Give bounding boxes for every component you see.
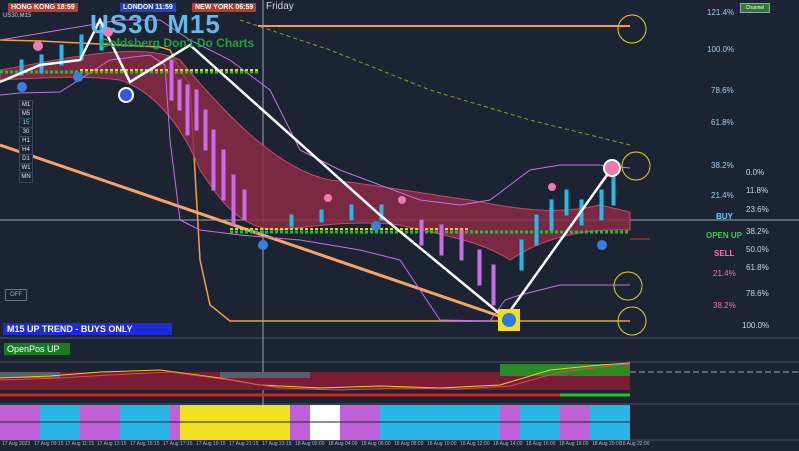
fib-lower-label: 61.8% (746, 263, 769, 272)
time-label: 18 Aug 20:00 (592, 441, 622, 447)
symbol-label: US30,M15 (3, 13, 32, 19)
fib-label: 121.4% (707, 8, 735, 17)
clock-label: HONG KONG (11, 4, 55, 11)
time-label: 17 Aug 21:15 (229, 441, 259, 447)
fib-label: 78.6% (711, 86, 734, 95)
tf-mn[interactable]: MN (19, 172, 33, 183)
time-label: 17 Aug 13:15 (97, 441, 127, 447)
time-label: 18 Aug 04:00 (328, 441, 358, 447)
trend-banner: M15 UP TREND - BUYS ONLY (3, 323, 172, 335)
time-label: 18 Aug 08:00 (394, 441, 424, 447)
time-label: 18 Aug 14:00 (493, 441, 523, 447)
fib-lower-label: 50.0% (746, 245, 769, 254)
fib-lower-label: 23.6% (746, 205, 769, 214)
time-label: 18 Aug 10:00 (427, 441, 457, 447)
fib-lower-label: 78.6% (746, 289, 769, 298)
time-label: 17 Aug 09:15 (34, 441, 64, 447)
time-label: 18 Aug 18:00 (559, 441, 589, 447)
time-label: 17 Aug 15:15 (130, 441, 160, 447)
time-label: 17 Aug 23:15 (262, 441, 292, 447)
time-label: 18 Aug 02:00 (295, 441, 325, 447)
channel-button[interactable]: Channel (740, 3, 770, 13)
clock-hong-kong: HONG KONG 18:59 (8, 3, 78, 12)
sell-signal: SELL (714, 249, 735, 258)
time-label: 17 Aug 17:15 (163, 441, 193, 447)
openpos-label: OpenPos UP (4, 343, 70, 355)
fib-lower-label: 100.0% (742, 321, 770, 330)
clock-time: 06:59 (235, 4, 254, 11)
off-button[interactable]: OFF (5, 289, 27, 301)
price-chart (0, 0, 799, 441)
fib-lower-label: 0.0% (746, 168, 765, 177)
fib-label: 38.2% (711, 161, 734, 170)
chart-subtitle: Goldsberg Don't Do Charts (100, 36, 255, 50)
time-label: 17 Aug 11:15 (65, 441, 95, 447)
fib-label: 21.4% (713, 269, 736, 278)
open-up-signal: OPEN UP (706, 231, 743, 240)
time-label: 18 Aug 12:00 (460, 441, 490, 447)
fib-lower-label: 38.2% (746, 227, 769, 236)
fib-label: 100.0% (707, 45, 735, 54)
buy-signal: BUY (716, 212, 733, 221)
fib-label: 38.2% (713, 301, 736, 310)
fib-label: 61.8% (711, 118, 734, 127)
clock-time: 18:59 (56, 4, 75, 11)
fib-lower-label: 11.8% (746, 186, 769, 195)
time-label: 17 Aug 19:15 (196, 441, 226, 447)
time-label: 18 Aug 06:00 (361, 441, 391, 447)
time-label: 17 Aug 2023 (2, 441, 31, 447)
time-label: 18 Aug 22:00 (620, 441, 650, 447)
day-label: Friday (266, 1, 294, 12)
fib-label: 21.4% (711, 191, 734, 200)
time-label: 18 Aug 16:00 (526, 441, 556, 447)
